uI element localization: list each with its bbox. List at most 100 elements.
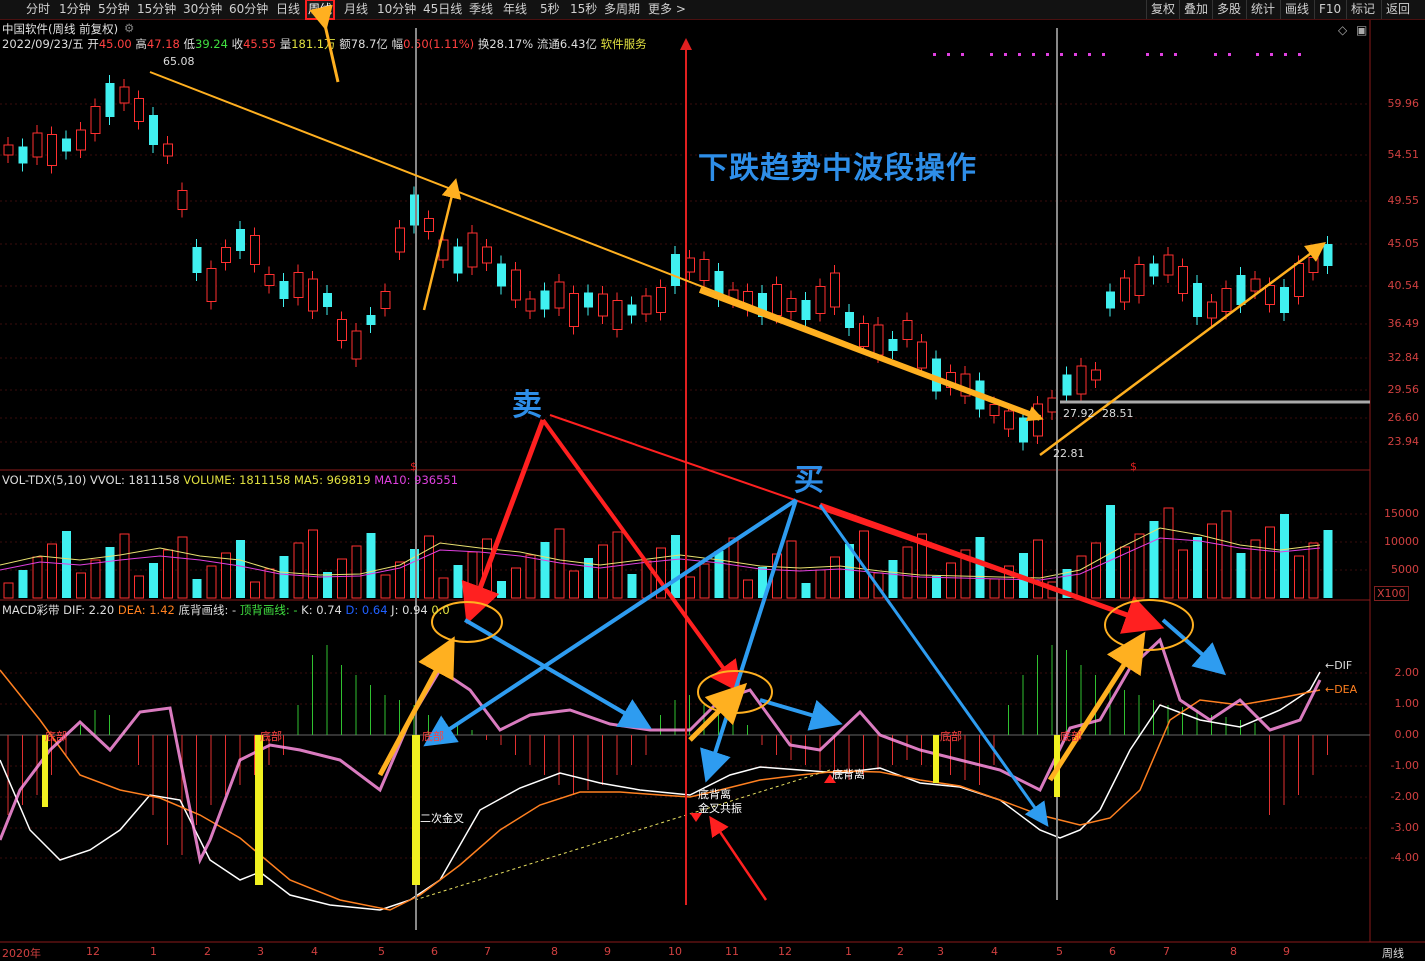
- bottom-label: 底部: [940, 730, 962, 743]
- volume-bar: [946, 562, 956, 599]
- x-tick: 5: [378, 945, 385, 958]
- candle: [859, 323, 869, 347]
- candle: [1294, 263, 1304, 297]
- x-tick: 8: [1230, 945, 1237, 958]
- candle: [337, 319, 347, 341]
- candle: [540, 290, 550, 310]
- candle: [453, 246, 463, 274]
- candle: [830, 272, 840, 308]
- volume-bar: [525, 554, 536, 599]
- candle: [395, 227, 405, 253]
- volume-bar: [3, 582, 14, 599]
- mark-value-1: 27.92: [1063, 407, 1095, 420]
- volume-bar: [192, 579, 202, 598]
- candle: [511, 269, 521, 301]
- vol-indicator-name: VOL-TDX(5,10): [2, 473, 87, 487]
- candle: [497, 263, 506, 287]
- volume-bar: [236, 540, 245, 598]
- volume-bar: [264, 568, 275, 599]
- x-tick: 9: [1283, 945, 1290, 958]
- volume-bar: [105, 547, 115, 598]
- macd-extra-value: 0.0: [431, 603, 450, 617]
- volume-bar: [438, 577, 449, 599]
- candle: [671, 254, 680, 286]
- volume-bar: [598, 544, 608, 599]
- volume-bar: [134, 575, 144, 599]
- candle: [1193, 283, 1202, 317]
- volume-bar: [1294, 555, 1304, 599]
- candle: [47, 134, 57, 166]
- volume-bar: [699, 563, 710, 599]
- vol-tick: 5000: [1391, 563, 1419, 576]
- candle: [279, 281, 289, 299]
- x-tick: 8: [551, 945, 558, 958]
- x-tick: 10: [668, 945, 682, 958]
- volume-bar: [47, 543, 57, 599]
- volume-bar: [975, 537, 985, 598]
- candle: [163, 143, 173, 157]
- candle: [641, 295, 652, 315]
- candle: [467, 232, 478, 268]
- candle: [1019, 417, 1028, 443]
- x-tick: 1: [150, 945, 157, 958]
- volume-bar: [453, 565, 463, 598]
- volume-bar: [206, 565, 217, 599]
- candle: [1149, 263, 1159, 277]
- candle: [177, 190, 188, 210]
- volume-bar: [801, 583, 811, 598]
- volume-bar: [380, 574, 391, 599]
- x-tick: 5: [1056, 945, 1063, 958]
- candle: [351, 330, 362, 360]
- second-cross-label: 二次金叉: [420, 812, 464, 825]
- volume-bar: [1323, 530, 1333, 598]
- volume-bar: [1265, 526, 1275, 599]
- candle: [424, 218, 434, 232]
- x-tick: 2020年: [2, 947, 41, 960]
- volume-bar: [540, 542, 550, 598]
- candle: [192, 247, 202, 273]
- candle: [1308, 257, 1319, 273]
- x-tick: 1: [845, 945, 852, 958]
- macd-indicator-name: MACD彩带: [2, 603, 60, 617]
- volume-bar: [1193, 537, 1202, 598]
- candle: [236, 229, 245, 251]
- top-line-value: 顶背画线: -: [239, 603, 298, 617]
- candle: [380, 291, 391, 309]
- candle: [3, 144, 14, 156]
- svg-text:$: $: [1130, 460, 1137, 473]
- volume-bar: [293, 542, 304, 599]
- volume-bar: [830, 556, 840, 599]
- volume-bar: [119, 533, 130, 599]
- candle: [105, 83, 115, 117]
- candle: [90, 106, 101, 134]
- candle: [989, 404, 1000, 416]
- dif-tag: ←DIF: [1325, 659, 1353, 672]
- volume-bar: [308, 529, 318, 599]
- price-tick: 23.94: [1387, 435, 1420, 448]
- candle: [308, 278, 318, 312]
- dea-tag: ←DEA: [1325, 683, 1358, 696]
- candle: [32, 132, 43, 158]
- d-value: D: 0.64: [345, 603, 388, 617]
- volume-bar: [1250, 539, 1261, 599]
- volume-bar: [728, 537, 739, 599]
- x-tick: 7: [484, 945, 491, 958]
- macd-tick: -3.00: [1390, 821, 1419, 834]
- high-mark: 65.08: [163, 55, 195, 68]
- volume-bar: [410, 549, 419, 598]
- volume-bar: [1308, 542, 1319, 599]
- x-tick: 4: [991, 945, 998, 958]
- volume-bar: [467, 551, 478, 599]
- volume-bar: [1280, 514, 1289, 598]
- candle: [1076, 365, 1087, 395]
- candle: [699, 259, 710, 281]
- candle: [293, 272, 304, 298]
- candle: [149, 115, 158, 145]
- macd-header: MACD彩带 DIF: 2.20 DEA: 1.42 底背画线: - 顶背画线:…: [2, 602, 450, 618]
- volume-bar: [786, 540, 797, 599]
- bottom-divergence-label-2: 底背离: [832, 768, 865, 781]
- volume-bar: [18, 570, 28, 598]
- golden-resonance-label: 金叉共振: [698, 802, 742, 815]
- period-label: 周线: [1382, 947, 1404, 960]
- candle: [410, 194, 419, 226]
